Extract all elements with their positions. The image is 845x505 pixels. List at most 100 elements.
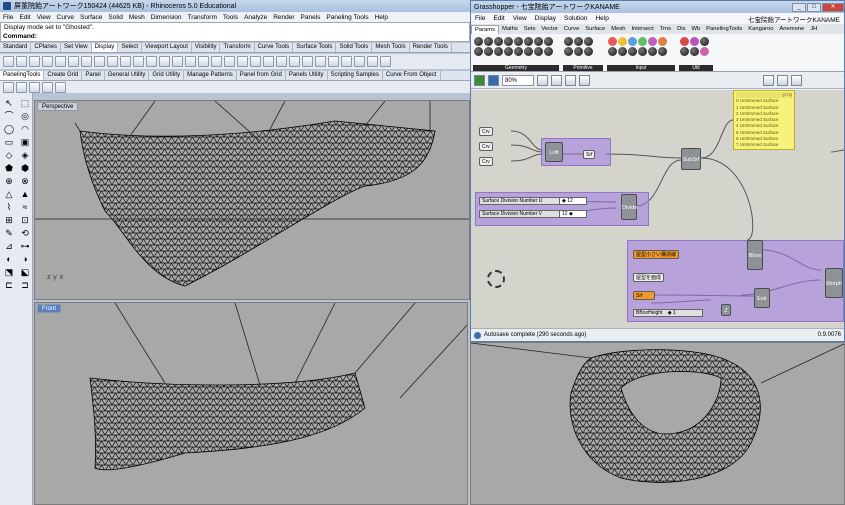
input-param-icon[interactable] <box>648 47 657 56</box>
menu-item-dimension[interactable]: Dimension <box>148 14 185 21</box>
toolbar-button[interactable] <box>133 56 144 67</box>
preview-mode-icon[interactable] <box>565 75 576 86</box>
sidebar-tool-icon[interactable]: ⊐ <box>18 279 32 291</box>
menu-item-surface[interactable]: Surface <box>77 14 105 21</box>
toolbar-button[interactable] <box>94 56 105 67</box>
menu-item-curve[interactable]: Curve <box>54 14 77 21</box>
input-param-icon[interactable] <box>658 47 667 56</box>
sidebar-tool-icon[interactable]: ⬢ <box>18 162 32 174</box>
bbox-component[interactable]: Bbox <box>747 240 763 270</box>
menu-item-analyze[interactable]: Analyze <box>241 14 270 21</box>
close-button[interactable]: ✕ <box>822 2 844 12</box>
toolbar-button[interactable] <box>263 56 274 67</box>
tab-viewport-layout[interactable]: Viewport Layout <box>142 43 192 52</box>
gh-tab-curve[interactable]: Curve <box>561 25 582 34</box>
tab-solid-tools[interactable]: Solid Tools <box>336 43 373 52</box>
tab-curve-from-object[interactable]: Curve From Object <box>383 71 441 80</box>
gh-tab-sets[interactable]: Sets <box>521 25 539 34</box>
toolbar-button[interactable] <box>367 56 378 67</box>
util-param-icon[interactable] <box>700 47 709 56</box>
sidebar-tool-icon[interactable]: ◯ <box>2 123 16 135</box>
open-file-icon[interactable] <box>474 75 485 86</box>
sidebar-tool-icon[interactable]: ⊡ <box>18 214 32 226</box>
tab-mesh-tools[interactable]: Mesh Tools <box>372 43 410 52</box>
input-param-icon[interactable] <box>618 37 627 46</box>
geometry-param-icon[interactable] <box>524 37 533 46</box>
geometry-param-icon[interactable] <box>534 37 543 46</box>
slider-v[interactable]: 12 ◆ <box>559 210 587 218</box>
sidebar-tool-icon[interactable]: ⬚ <box>18 97 32 109</box>
toolbar-button[interactable] <box>237 56 248 67</box>
tab-transform[interactable]: Transform <box>220 43 255 52</box>
param-kozo[interactable]: 屋型小さい構造線 <box>633 250 680 259</box>
save-file-icon[interactable] <box>488 75 499 86</box>
srf-param[interactable]: Srf <box>583 150 596 159</box>
toolbar-button[interactable] <box>276 56 287 67</box>
menu-item-help[interactable]: Help <box>372 14 391 21</box>
sidebar-tool-icon[interactable]: ≈ <box>18 201 32 213</box>
toolbar-button[interactable] <box>16 56 27 67</box>
tab-select[interactable]: Select <box>118 43 142 52</box>
tab-panelingtools[interactable]: PanelingTools <box>0 71 45 80</box>
geometry-param-icon[interactable] <box>544 47 553 56</box>
input-param-icon[interactable] <box>638 47 647 56</box>
gh-tab-panelingtools[interactable]: PanelingTools <box>703 25 745 34</box>
gh-menu-item-file[interactable]: File <box>471 15 489 22</box>
crv-param-3[interactable]: Crv <box>479 157 493 166</box>
toolbar-button[interactable] <box>198 56 209 67</box>
geometry-param-icon[interactable] <box>504 47 513 56</box>
gh-tab-surface[interactable]: Surface <box>582 25 608 34</box>
gh-menu-item-display[interactable]: Display <box>531 15 560 22</box>
geometry-param-icon[interactable] <box>504 37 513 46</box>
sidebar-tool-icon[interactable]: ◈ <box>18 149 32 161</box>
param-menseki[interactable]: 屋型を面成 <box>633 273 665 282</box>
util-param-icon[interactable] <box>680 37 689 46</box>
tab-grid-utility[interactable]: Grid Utility <box>149 71 185 80</box>
util-param-icon[interactable] <box>690 47 699 56</box>
cluster-icon[interactable] <box>777 75 788 86</box>
primitive-param-icon[interactable] <box>584 47 593 56</box>
primitive-param-icon[interactable] <box>574 37 583 46</box>
input-param-icon[interactable] <box>628 37 637 46</box>
sidebar-tool-icon[interactable]: ⬕ <box>18 266 32 278</box>
primitive-param-icon[interactable] <box>564 47 573 56</box>
loft-component[interactable]: Loft <box>545 142 563 162</box>
sidebar-tool-icon[interactable]: ↖ <box>2 97 16 109</box>
zoom-extents-icon[interactable] <box>537 75 548 86</box>
geometry-param-icon[interactable] <box>474 37 483 46</box>
geometry-param-icon[interactable] <box>494 37 503 46</box>
geometry-param-icon[interactable] <box>514 37 523 46</box>
sidebar-tool-icon[interactable]: △ <box>2 188 16 200</box>
toolbar-button[interactable] <box>224 56 235 67</box>
tab-display[interactable]: Display <box>91 43 119 52</box>
toolbar-button[interactable] <box>107 56 118 67</box>
util-param-icon[interactable] <box>690 37 699 46</box>
paneling-tool-button[interactable] <box>55 81 66 93</box>
gh-menu-item-solution[interactable]: Solution <box>560 15 592 22</box>
input-param-icon[interactable] <box>648 37 657 46</box>
morph-component[interactable]: Morph <box>825 268 843 298</box>
subsrf-component[interactable]: SubSrf <box>681 148 701 170</box>
zoom-dropdown[interactable]: 80% <box>502 75 534 86</box>
toolbar-button[interactable] <box>146 56 157 67</box>
slider-bbox-height[interactable]: BBoxHeight ◆ 1 <box>633 309 703 317</box>
paneling-tool-button[interactable] <box>29 81 40 93</box>
input-param-icon[interactable] <box>658 37 667 46</box>
geometry-param-icon[interactable] <box>514 47 523 56</box>
tab-render-tools[interactable]: Render Tools <box>410 43 452 52</box>
toolbar-button[interactable] <box>185 56 196 67</box>
viewport-front[interactable]: Front <box>34 302 468 505</box>
toolbar-button[interactable] <box>81 56 92 67</box>
toolbar-button[interactable] <box>29 56 40 67</box>
input-param-icon[interactable] <box>608 37 617 46</box>
sidebar-tool-icon[interactable]: ⌒ <box>2 110 16 122</box>
tab-cplanes[interactable]: CPlanes <box>31 43 62 52</box>
tab-scripting-samples[interactable]: Scripting Samples <box>328 71 383 80</box>
toolbar-button[interactable] <box>211 56 222 67</box>
toolbar-button[interactable] <box>55 56 66 67</box>
toolbar-button[interactable] <box>380 56 391 67</box>
maximize-button[interactable]: □ <box>807 2 821 12</box>
toolbar-button[interactable] <box>341 56 352 67</box>
geometry-param-icon[interactable] <box>484 37 493 46</box>
param-srf-orange[interactable]: Srf <box>633 291 655 300</box>
